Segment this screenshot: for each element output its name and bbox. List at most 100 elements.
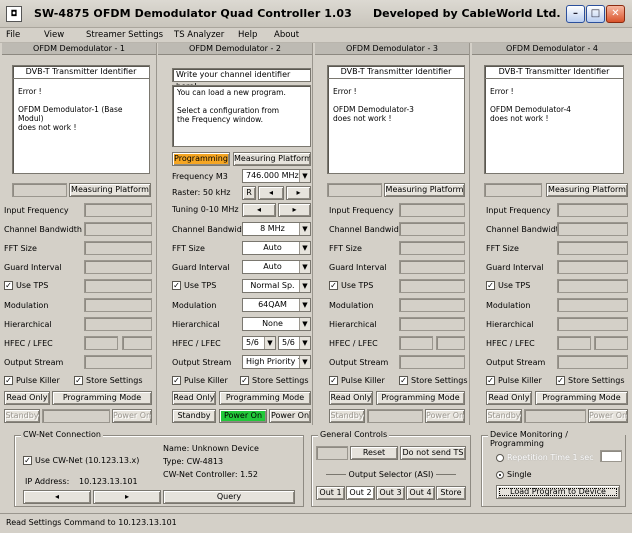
pulse-killer-checkbox[interactable]: ✓ Pulse Killer (4, 376, 60, 385)
use-cwnet-checkbox[interactable]: ✓ Use CW-Net (10.123.13.x) (23, 456, 139, 465)
channel-identifier-input[interactable]: Write your channel identifier here! (172, 68, 311, 91)
status-bar: Read Settings Command to 10.123.13.101 (0, 513, 632, 533)
output-stream-label: Output Stream (486, 358, 546, 367)
ip-next-button[interactable]: ▸ (93, 490, 161, 504)
output-stream-field (84, 355, 152, 369)
query-button[interactable]: Query (163, 490, 295, 504)
modulation-select[interactable]: 64QAM ▼ (242, 298, 311, 312)
output-3-button[interactable]: Out 3 (376, 486, 405, 500)
read-only-button[interactable]: Read Only (486, 391, 532, 405)
use-tps-checkbox[interactable]: ✓ Use TPS (172, 281, 216, 290)
raster-label: Raster: 50 kHz (172, 188, 231, 197)
tps-mode-select[interactable]: Normal Sp. ▼ (242, 279, 311, 293)
input-frequency-field (557, 203, 628, 217)
modulation-label: Modulation (4, 301, 49, 310)
output-selector-label: Output Selector (ASI) (316, 470, 466, 479)
store-settings-checkbox[interactable]: ✓ Store Settings (74, 376, 143, 385)
output-1-button[interactable]: Out 1 (316, 486, 345, 500)
pulse-killer-checkbox[interactable]: ✓ Pulse Killer (172, 376, 228, 385)
hfec-lfec-label: HFEC / LFEC (486, 339, 535, 348)
power-on-button[interactable]: Power On (425, 409, 465, 423)
store-settings-checkbox[interactable]: ✓ Store Settings (240, 376, 309, 385)
hfec-select[interactable]: 5/6 ▼ (242, 336, 276, 350)
lfec-select[interactable]: 5/6 ▼ (278, 336, 311, 350)
standby-button[interactable]: Standby (329, 409, 365, 423)
standby-button[interactable]: Standby (486, 409, 522, 423)
output-stream-select[interactable]: High Priority T ▼ (242, 355, 311, 369)
raster-down-button[interactable]: ◂ (258, 186, 284, 200)
menu-view[interactable]: View (44, 30, 64, 40)
measuring-platform-button[interactable]: Measuring Platform (69, 183, 151, 197)
maximize-icon[interactable]: □ (586, 5, 605, 23)
output-4-button[interactable]: Out 4 (406, 486, 435, 500)
group-title: CW-Net Connection (21, 430, 103, 439)
store-button[interactable]: Store (436, 486, 466, 500)
pulse-killer-checkbox[interactable]: ✓ Pulse Killer (329, 376, 385, 385)
channel-bandwidth-select[interactable]: 8 MHz ▼ (242, 222, 311, 236)
hfec-lfec-label: HFEC / LFEC (329, 339, 378, 348)
programming-mode-button[interactable]: Programming Mode (52, 391, 152, 405)
menu-help[interactable]: Help (238, 30, 257, 40)
reset-button[interactable]: Reset (350, 446, 398, 460)
read-only-button[interactable]: Read Only (172, 391, 216, 405)
standby-button[interactable]: Standby (4, 409, 40, 423)
raster-up-button[interactable]: ▸ (286, 186, 311, 200)
store-settings-checkbox[interactable]: ✓ Store Settings (399, 376, 468, 385)
measuring-platform-button[interactable]: Measuring Platform (233, 152, 311, 166)
pulse-killer-checkbox[interactable]: ✓ Pulse Killer (486, 376, 542, 385)
power-on-button[interactable]: Power On (112, 409, 152, 423)
app-icon[interactable]: ◘ (6, 6, 22, 22)
power-status-field (42, 409, 110, 423)
tuning-down-button[interactable]: ◂ (242, 203, 276, 217)
repetition-time-field[interactable] (600, 450, 622, 462)
programming-mode-button[interactable]: Programming Mode (535, 391, 628, 405)
ip-address-value: 10.123.13.101 (79, 477, 138, 486)
hfec-lfec-label: HFEC / LFEC (4, 339, 53, 348)
hierarchical-label: Hierarchical (486, 320, 534, 329)
raster-button[interactable]: R (242, 186, 256, 200)
fft-size-field (399, 241, 465, 255)
programming-mode-button[interactable]: Programming Mode (219, 391, 311, 405)
power-on-button[interactable]: Power On (269, 409, 311, 423)
hierarchical-label: Hierarchical (4, 320, 52, 329)
power-on-button[interactable]: Power On (588, 409, 628, 423)
programming-mode-button[interactable]: Programming Mode (376, 391, 465, 405)
repetition-time-radio[interactable]: Repetition Time 1 sec (496, 453, 594, 462)
measuring-platform-button[interactable]: Measuring Platform (384, 183, 465, 197)
hierarchical-select[interactable]: None ▼ (242, 317, 311, 331)
demod-header: OFDM Demodulator - 1 (2, 43, 156, 55)
channel-bandwidth-label: Channel Bandwidth (329, 225, 407, 234)
programming-tab[interactable]: Programming (172, 152, 230, 166)
hierarchical-field (399, 317, 465, 331)
frequency-label: Frequency M3 (172, 172, 228, 181)
output-stream-field (399, 355, 465, 369)
modulation-field (84, 298, 152, 312)
read-only-button[interactable]: Read Only (329, 391, 373, 405)
chevron-down-icon: ▼ (299, 280, 310, 292)
menu-about[interactable]: About (274, 30, 299, 40)
single-radio[interactable]: Single (496, 470, 532, 479)
output-2-button[interactable]: Out 2 (346, 486, 375, 500)
do-not-send-ts-button[interactable]: Do not send TS (400, 446, 466, 460)
load-program-button[interactable]: Load Program to Device (496, 485, 620, 499)
store-settings-checkbox[interactable]: ✓ Store Settings (556, 376, 625, 385)
standby-button[interactable]: Standby (172, 409, 216, 423)
use-tps-checkbox[interactable]: ✓ Use TPS (486, 281, 530, 290)
use-tps-checkbox[interactable]: ✓ Use TPS (329, 281, 373, 290)
guard-interval-select[interactable]: Auto ▼ (242, 260, 311, 274)
minimize-icon[interactable]: – (566, 5, 585, 23)
measuring-platform-button[interactable]: Measuring Platform (546, 183, 628, 197)
hierarchical-label: Hierarchical (172, 320, 220, 329)
menu-ts-analyzer[interactable]: TS Analyzer (174, 30, 224, 40)
close-icon[interactable]: ✕ (606, 5, 625, 23)
input-frequency-label: Input Frequency (4, 206, 69, 215)
frequency-select[interactable]: 746.000 MHz ▼ (242, 169, 311, 183)
fft-size-select[interactable]: Auto ▼ (242, 241, 311, 255)
menu-file[interactable]: File (6, 30, 20, 40)
use-tps-checkbox[interactable]: ✓ Use TPS (4, 281, 48, 290)
ip-prev-button[interactable]: ◂ (23, 490, 91, 504)
menu-streamer-settings[interactable]: Streamer Settings (86, 30, 163, 40)
read-only-button[interactable]: Read Only (4, 391, 50, 405)
tuning-up-button[interactable]: ▸ (278, 203, 311, 217)
box-message: Error ! OFDM Demodulator-3 does not work… (333, 87, 414, 123)
